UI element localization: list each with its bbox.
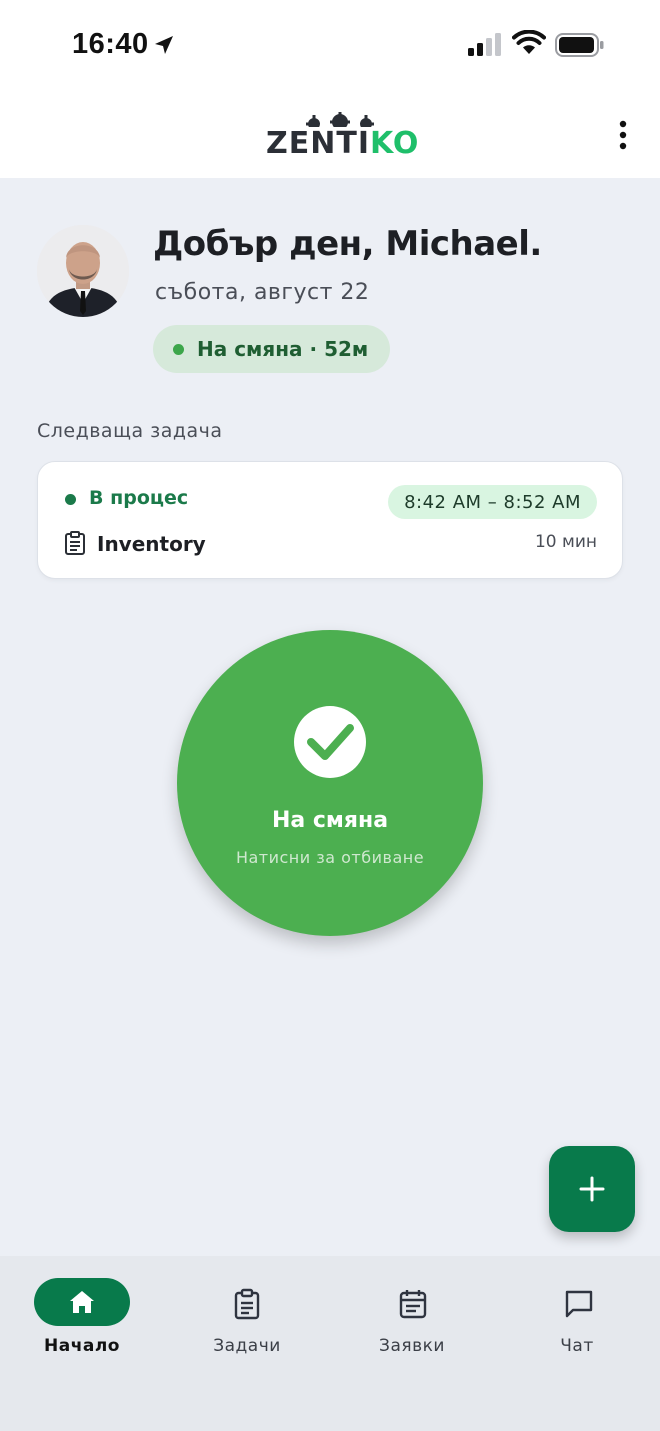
nav-label-requests: Заявки xyxy=(379,1336,445,1356)
home-screen: 16:40 ZENTIKO Добър ден, Michael. събота… xyxy=(0,0,660,1431)
nav-chat-icon-wrap xyxy=(529,1278,625,1326)
clipboard-icon xyxy=(65,531,85,555)
bottom-navigation: Начало Задачи Заявки Чат xyxy=(0,1256,660,1431)
add-button[interactable] xyxy=(549,1146,635,1232)
nav-item-chat[interactable]: Чат xyxy=(507,1276,647,1366)
checkmark-icon xyxy=(307,724,354,760)
more-vertical-icon[interactable] xyxy=(612,118,634,152)
nav-home-icon-wrap xyxy=(34,1278,130,1326)
nav-item-requests[interactable]: Заявки xyxy=(342,1276,482,1366)
calendar-icon xyxy=(399,1290,427,1319)
cellular-signal-icon xyxy=(468,33,501,56)
nav-label-tasks: Задачи xyxy=(213,1336,281,1356)
avatar-photo xyxy=(37,225,129,317)
task-status-dot-icon xyxy=(65,494,76,505)
nav-tasks-icon-wrap xyxy=(199,1278,295,1326)
nav-item-tasks[interactable]: Задачи xyxy=(177,1276,317,1366)
check-circle-icon xyxy=(294,706,366,778)
plus-icon xyxy=(579,1176,605,1202)
wifi-icon xyxy=(512,30,546,54)
app-header: ZENTIKO xyxy=(0,90,660,178)
shift-status-dot-icon xyxy=(173,344,184,355)
shift-status-badge: На смяна · 52м xyxy=(153,325,391,373)
chat-icon xyxy=(565,1290,593,1318)
greeting-title: Добър ден, Michael. xyxy=(153,224,542,264)
task-duration: 10 мин xyxy=(534,532,597,552)
task-time-range-badge: 8:42 AM – 8:52 AM xyxy=(388,485,597,519)
next-task-card[interactable]: В процес 8:42 AM – 8:52 AM Inventory 10 … xyxy=(37,461,623,579)
task-time-range: 8:42 AM – 8:52 AM xyxy=(404,491,581,513)
shift-status-label: На смяна · 52м xyxy=(197,337,369,361)
home-icon xyxy=(70,1291,94,1313)
status-time: 16:40 xyxy=(72,28,149,60)
nav-item-home[interactable]: Начало xyxy=(12,1276,152,1366)
clock-out-button[interactable]: На смяна Натисни за отбиване xyxy=(177,630,483,936)
task-name: Inventory xyxy=(97,532,206,556)
next-task-section-label: Следваща задача xyxy=(37,420,223,442)
logo-text-green: KO xyxy=(369,126,420,161)
battery-icon xyxy=(555,33,604,57)
nav-label-home: Начало xyxy=(44,1336,120,1356)
logo-text: ZENTIKO xyxy=(266,126,419,161)
task-status: В процес xyxy=(89,487,189,509)
clock-button-title: На смяна xyxy=(271,808,389,833)
location-arrow-icon xyxy=(155,36,173,54)
current-date: събота, август 22 xyxy=(155,280,370,305)
clock-button-subtitle: Натисни за отбиване xyxy=(235,848,425,867)
logo-text-dark: ZENTI xyxy=(266,126,370,161)
zentiko-logo: ZENTIKO xyxy=(266,108,418,161)
nav-requests-icon-wrap xyxy=(364,1278,460,1326)
clipboard-icon xyxy=(234,1288,260,1320)
avatar[interactable] xyxy=(37,225,129,317)
status-bar: 16:40 xyxy=(0,0,660,90)
nav-label-chat: Чат xyxy=(560,1336,594,1356)
